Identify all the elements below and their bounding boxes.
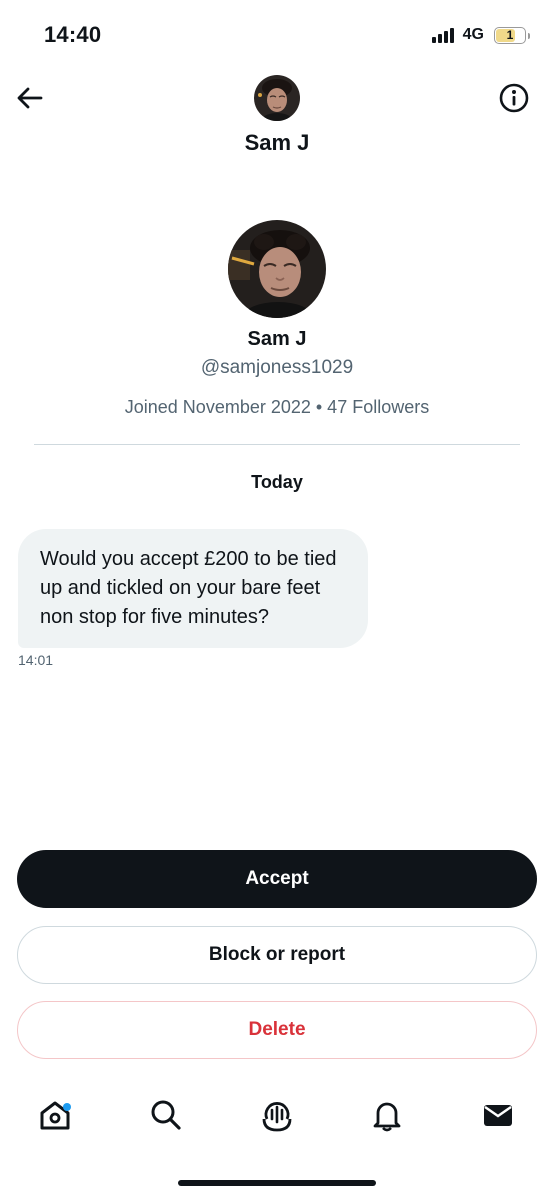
- message-timestamp: 14:01: [18, 652, 54, 668]
- nav-search[interactable]: [146, 1095, 186, 1135]
- search-icon: [151, 1100, 181, 1130]
- network-type: 4G: [462, 26, 484, 43]
- delete-button[interactable]: Delete: [17, 1001, 537, 1059]
- profile-handle: @samjoness1029: [200, 357, 354, 378]
- spaces-icon: [262, 1102, 292, 1132]
- info-button[interactable]: [498, 82, 530, 114]
- block-or-report-button[interactable]: Block or report: [17, 926, 537, 984]
- conversation-header: Sam J: [0, 70, 554, 170]
- divider: [34, 444, 520, 445]
- header-name: Sam J: [244, 130, 310, 155]
- info-circle-icon: [499, 83, 529, 113]
- battery-label: 1: [506, 27, 514, 42]
- notifications-icon: [373, 1102, 401, 1132]
- nav-home[interactable]: [35, 1095, 75, 1135]
- status-time: 14:40: [44, 22, 102, 47]
- status-bar: 14:40 4G 1: [0, 0, 554, 70]
- message-bubble[interactable]: Would you accept £200 to be tied up and …: [18, 529, 368, 648]
- nav-messages[interactable]: [478, 1095, 518, 1135]
- profile-name: Sam J: [247, 328, 307, 350]
- nav-notifications[interactable]: [367, 1095, 407, 1135]
- bottom-nav: [0, 1085, 554, 1145]
- back-button[interactable]: [14, 82, 46, 114]
- battery-icon: 1: [494, 26, 530, 44]
- day-label: Today: [251, 472, 303, 492]
- nav-spaces[interactable]: [257, 1095, 297, 1135]
- accept-button[interactable]: Accept: [17, 850, 537, 908]
- notification-dot: [63, 1103, 71, 1111]
- messages-icon: [484, 1105, 512, 1126]
- signal-icon: [431, 27, 454, 43]
- home-indicator: [178, 1180, 376, 1186]
- arrow-left-icon: [17, 87, 43, 109]
- header-avatar[interactable]: [254, 75, 300, 121]
- profile-summary: Sam J @samjoness1029 Joined November 202…: [0, 220, 554, 418]
- profile-avatar[interactable]: [228, 220, 326, 318]
- profile-meta: Joined November 2022 • 47 Followers: [124, 397, 430, 417]
- status-indicators: 4G 1: [431, 26, 530, 44]
